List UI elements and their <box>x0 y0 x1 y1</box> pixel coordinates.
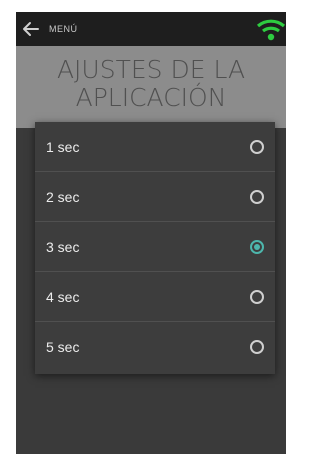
option-label: 3 sec <box>46 239 80 255</box>
radio-unchecked-icon[interactable] <box>250 290 264 304</box>
option-1-sec[interactable]: 1 sec <box>35 122 275 172</box>
menu-label[interactable]: MENÚ <box>49 24 78 34</box>
radio-unchecked-icon[interactable] <box>250 140 264 154</box>
page-title: AJUSTES DE LA APLICACIÓN <box>56 55 246 112</box>
option-label: 1 sec <box>46 139 80 155</box>
app-screen: MENÚ AJUSTES DE LA APLICACIÓN 1 sec 2 se… <box>16 12 286 454</box>
option-2-sec[interactable]: 2 sec <box>35 172 275 222</box>
arrow-left-icon[interactable] <box>22 20 40 38</box>
option-4-sec[interactable]: 4 sec <box>35 272 275 322</box>
wifi-icon <box>256 19 286 41</box>
interval-options-dialog: 1 sec 2 sec 3 sec 4 sec 5 sec <box>35 122 275 374</box>
option-5-sec[interactable]: 5 sec <box>35 322 275 372</box>
radio-checked-icon[interactable] <box>250 240 264 254</box>
option-label: 5 sec <box>46 339 80 355</box>
option-label: 2 sec <box>46 189 80 205</box>
option-label: 4 sec <box>46 289 80 305</box>
top-bar: MENÚ <box>16 12 286 46</box>
radio-unchecked-icon[interactable] <box>250 190 264 204</box>
radio-unchecked-icon[interactable] <box>250 340 264 354</box>
option-3-sec[interactable]: 3 sec <box>35 222 275 272</box>
